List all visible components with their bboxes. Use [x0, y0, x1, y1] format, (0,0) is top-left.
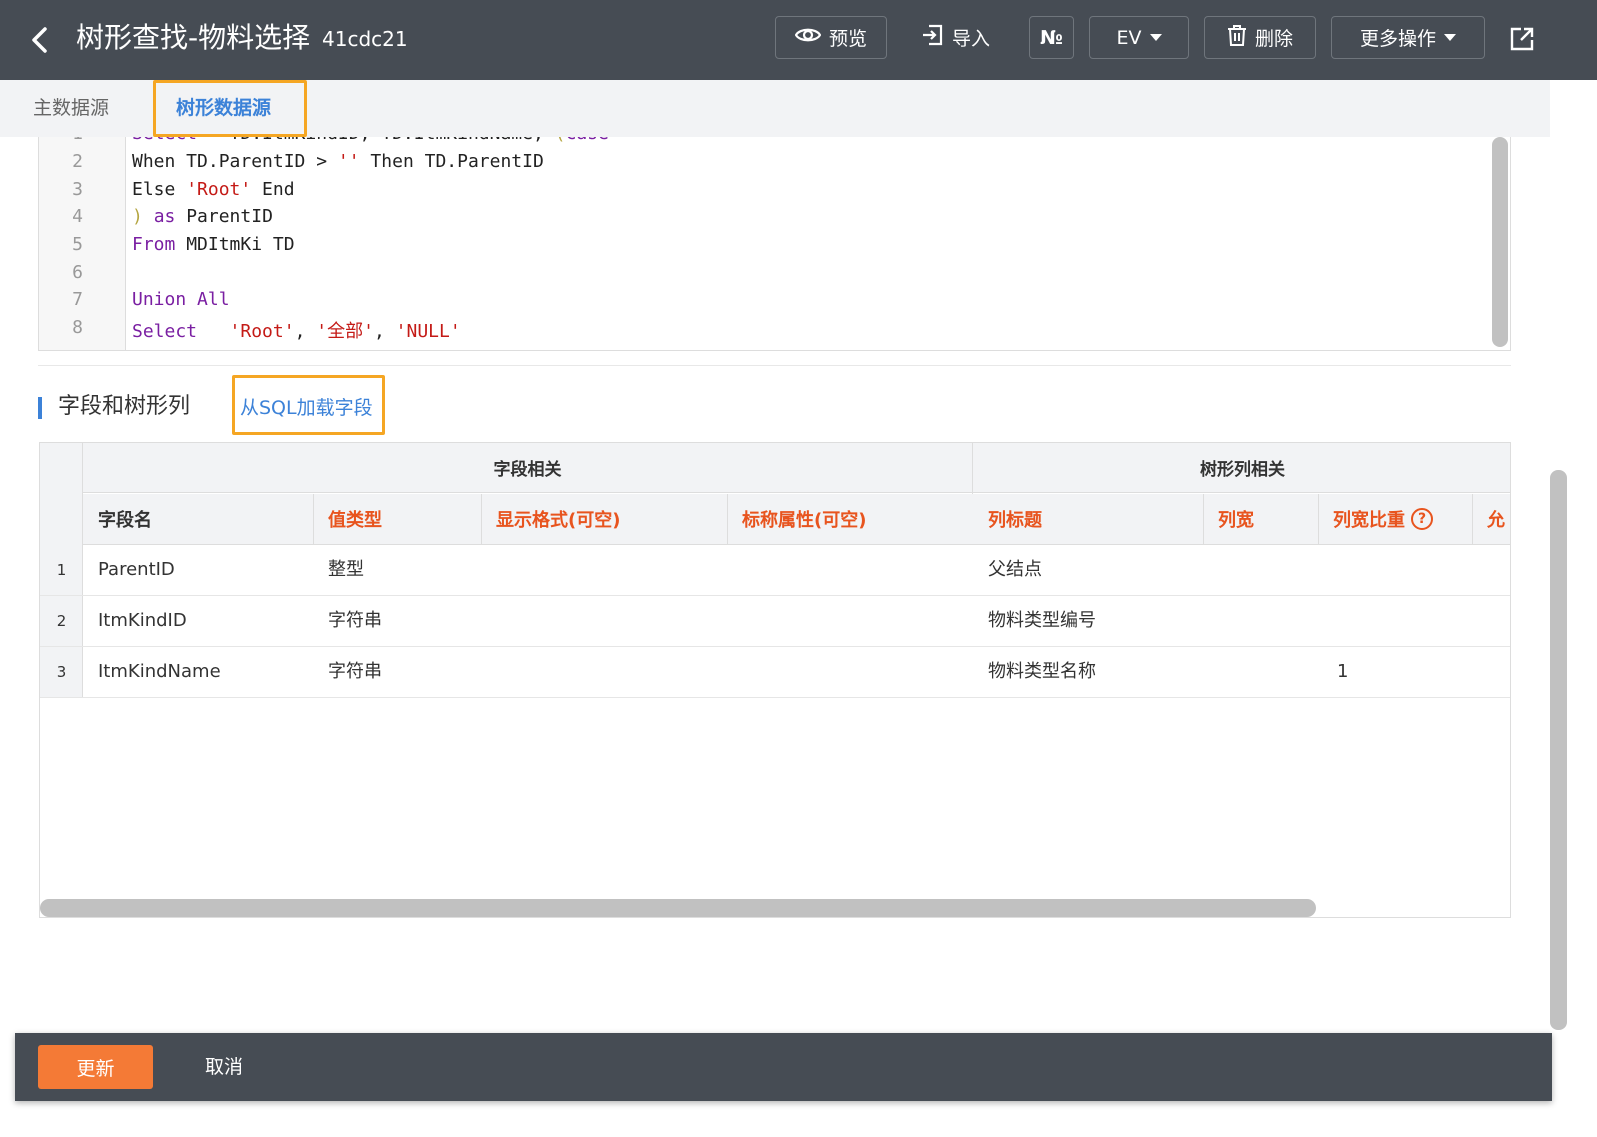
code-line-1: Select TD.ItmKindID, TD.ItmKindName, (Ca…: [132, 137, 609, 144]
col-header-value-type[interactable]: 值类型: [313, 494, 481, 545]
bottom-action-bar: 更新 取消: [15, 1033, 1552, 1101]
external-link-icon[interactable]: [1509, 26, 1535, 52]
cell-value-type[interactable]: 整型: [328, 545, 364, 595]
group-header-fields: 字段相关: [83, 443, 972, 493]
preview-button[interactable]: 预览: [775, 16, 887, 59]
code-line-8: Select 'Root', '全部', 'NULL': [132, 321, 461, 342]
more-actions-label: 更多操作: [1359, 28, 1436, 50]
grid-horizontal-scrollbar[interactable]: [40, 899, 1316, 917]
import-label: 导入: [952, 28, 991, 50]
record-id: 41cdc21: [322, 27, 408, 51]
help-icon[interactable]: ?: [1411, 508, 1433, 530]
col-header-allow[interactable]: 允: [1472, 494, 1510, 545]
cell-field-name[interactable]: ParentID: [98, 545, 175, 595]
sql-editor[interactable]: 1 2 3 4 5 6 7 8 Select TD.ItmKindID, TD.…: [38, 137, 1511, 351]
code-line-3: Else 'Root' End: [132, 179, 295, 200]
line-number: 3: [72, 179, 83, 200]
cell-column-title[interactable]: 父结点: [988, 545, 1042, 595]
line-number: 7: [72, 289, 83, 310]
page-scrollbar[interactable]: [1550, 470, 1567, 1030]
preview-label: 预览: [828, 28, 867, 50]
chevron-down-icon: [1444, 34, 1456, 41]
eye-icon: [794, 26, 822, 49]
cell-value-type[interactable]: 字符串: [328, 647, 382, 697]
col-divider: [727, 494, 728, 545]
cell-field-name[interactable]: ItmKindID: [98, 596, 187, 646]
col-header-width-weight[interactable]: 列宽比重 ?: [1318, 494, 1472, 545]
cell-column-title[interactable]: 物料类型名称: [988, 647, 1096, 697]
cancel-button[interactable]: 取消: [205, 1045, 243, 1089]
ev-dropdown[interactable]: EV: [1089, 16, 1189, 59]
line-number: 5: [72, 234, 83, 255]
update-button[interactable]: 更新: [38, 1045, 153, 1089]
divider: [38, 365, 1511, 366]
col-header-width-weight-label: 列宽比重: [1333, 510, 1405, 531]
top-toolbar: 树形查找-物料选择 41cdc21 预览 导入 № EV 删除 更多操作: [0, 0, 1597, 80]
cell-column-title[interactable]: 物料类型编号: [988, 596, 1096, 646]
import-icon: [920, 23, 944, 52]
col-header-nominal-attr[interactable]: 标称属性(可空): [727, 494, 973, 545]
more-actions-dropdown[interactable]: 更多操作: [1331, 16, 1485, 59]
editor-scrollbar[interactable]: [1492, 137, 1508, 347]
code-line-5: From MDItmKi TD: [132, 234, 295, 255]
row-number: 3: [56, 663, 67, 681]
numbering-button[interactable]: №: [1029, 16, 1074, 59]
col-divider: [1318, 494, 1319, 545]
line-number: 8: [72, 317, 83, 338]
cell-value-type[interactable]: 字符串: [328, 596, 382, 646]
cell-width-weight[interactable]: 1: [1337, 647, 1348, 697]
section-accent-bar: [38, 397, 42, 419]
cell-field-name[interactable]: ItmKindName: [98, 647, 221, 697]
tab-main-datasource[interactable]: 主数据源: [33, 80, 109, 137]
tab-highlight-box: [153, 80, 307, 137]
table-row[interactable]: 1 ParentID 整型 父结点: [40, 545, 1510, 596]
code-line-4: ) as ParentID: [132, 206, 273, 227]
ev-label: EV: [1116, 26, 1142, 49]
chevron-down-icon: [1149, 34, 1162, 41]
trash-icon: [1227, 24, 1247, 51]
code-line-2: When TD.ParentID > '' Then TD.ParentID: [132, 151, 544, 172]
table-row[interactable]: 3 ItmKindName 字符串 物料类型名称 1: [40, 647, 1510, 698]
import-button[interactable]: 导入: [920, 16, 990, 59]
table-row[interactable]: 2 ItmKindID 字符串 物料类型编号: [40, 596, 1510, 647]
col-divider: [1472, 494, 1473, 545]
row-number: 1: [56, 561, 67, 579]
delete-label: 删除: [1254, 28, 1293, 50]
link-highlight-box: [232, 375, 385, 435]
row-number: 2: [56, 612, 67, 630]
col-divider: [1203, 494, 1204, 545]
col-header-display-format[interactable]: 显示格式(可空): [481, 494, 727, 545]
col-divider: [313, 494, 314, 545]
line-number: 4: [72, 206, 83, 227]
col-divider: [481, 494, 482, 545]
line-number: 6: [72, 262, 83, 283]
line-number: 2: [72, 151, 83, 172]
code-line-7: Union All: [132, 289, 230, 310]
fields-grid: 字段相关 树形列相关 字段名 值类型 显示格式(可空) 标称属性(可空) 列标题…: [39, 442, 1511, 918]
col-header-field-name[interactable]: 字段名: [83, 494, 313, 545]
back-icon[interactable]: [28, 24, 52, 56]
group-header-tree: 树形列相关: [973, 443, 1510, 493]
line-number-gutter: 1 2 3 4 5 6 7 8: [39, 137, 126, 350]
line-number: 1: [39, 137, 83, 144]
section-title: 字段和树形列: [58, 394, 191, 419]
col-header-column-width[interactable]: 列宽: [1203, 494, 1318, 545]
page-title: 树形查找-物料选择: [76, 21, 311, 54]
delete-button[interactable]: 删除: [1204, 16, 1316, 59]
col-header-column-title[interactable]: 列标题: [973, 494, 1203, 545]
